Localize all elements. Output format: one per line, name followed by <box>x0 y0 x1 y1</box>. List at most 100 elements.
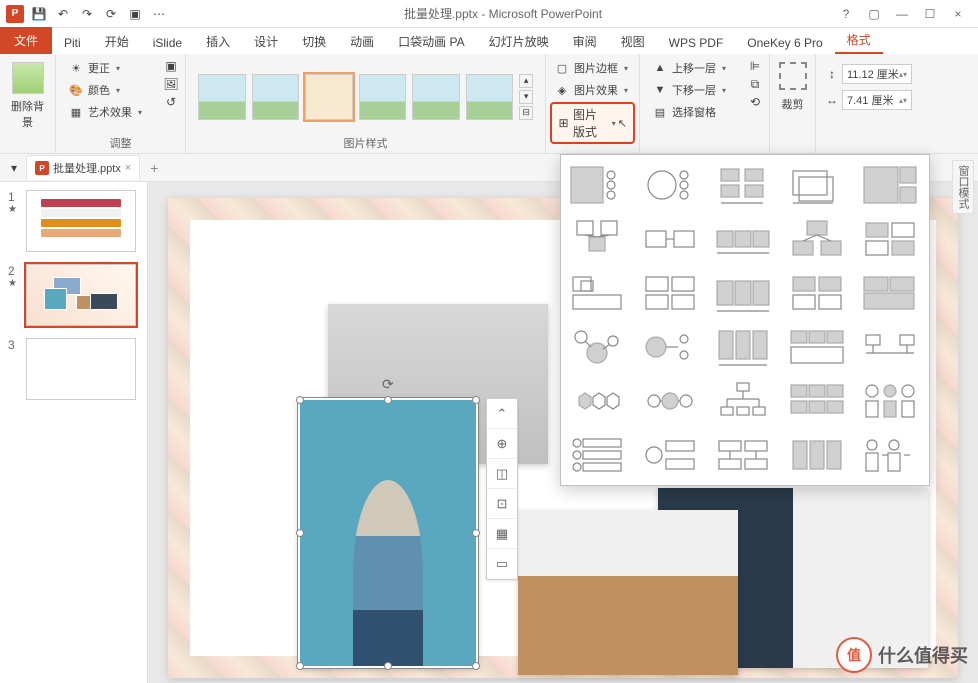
layout-option[interactable] <box>569 433 625 477</box>
maximize-button[interactable]: ☐ <box>920 7 940 21</box>
color-button[interactable]: 🎨颜色▾ <box>64 80 177 100</box>
resize-handle[interactable] <box>472 662 480 670</box>
close-button[interactable]: × <box>948 7 968 21</box>
layout-option[interactable] <box>789 271 845 315</box>
float-grid-icon[interactable]: ▦ <box>487 519 517 549</box>
resize-handle[interactable] <box>296 662 304 670</box>
send-backward-button[interactable]: ▼下移一层▾ <box>648 80 761 100</box>
picture-layout-button[interactable]: ⊞图片版式▾↖ <box>550 102 635 144</box>
layout-option[interactable] <box>862 433 918 477</box>
resize-handle[interactable] <box>296 529 304 537</box>
photo-boxes[interactable] <box>518 510 738 675</box>
layout-option[interactable] <box>862 379 918 423</box>
picture-effects-button[interactable]: ◈图片效果▾ <box>550 80 635 100</box>
layout-option[interactable] <box>789 325 845 369</box>
tab-design[interactable]: 设计 <box>242 29 290 54</box>
picture-border-button[interactable]: ▢图片边框▾ <box>550 58 635 78</box>
resize-handle[interactable] <box>472 529 480 537</box>
tab-transitions[interactable]: 切换 <box>290 29 338 54</box>
layout-option[interactable] <box>862 325 918 369</box>
tab-onekey[interactable]: OneKey 6 Pro <box>735 32 834 54</box>
layout-option[interactable] <box>642 325 698 369</box>
close-tab-icon[interactable]: × <box>125 162 131 174</box>
layout-option[interactable] <box>642 217 698 261</box>
layout-option[interactable] <box>642 433 698 477</box>
slide-thumbnail-3[interactable]: 3 <box>8 338 139 400</box>
float-collapse-icon[interactable]: ⌃ <box>487 399 517 429</box>
undo-icon[interactable]: ↶ <box>52 3 74 25</box>
layout-option[interactable] <box>715 271 771 315</box>
layout-option[interactable] <box>715 163 771 207</box>
crop-button[interactable]: 裁剪 <box>778 58 807 112</box>
document-tab[interactable]: P 批量处理.pptx × <box>26 155 140 180</box>
save-icon[interactable]: 💾 <box>28 3 50 25</box>
selection-pane-button[interactable]: ▤选择窗格 <box>648 102 761 122</box>
style-thumb[interactable] <box>466 74 514 120</box>
layout-option[interactable] <box>715 433 771 477</box>
gallery-up-icon[interactable]: ▴ <box>519 74 533 88</box>
layout-option[interactable] <box>569 217 625 261</box>
layout-option[interactable] <box>715 325 771 369</box>
app-icon[interactable]: P <box>4 3 26 25</box>
gallery-down-icon[interactable]: ▾ <box>519 90 533 104</box>
corrections-button[interactable]: ☀更正▾ <box>64 58 177 78</box>
slideshow-icon[interactable]: ▣ <box>124 3 146 25</box>
help-icon[interactable]: ? <box>836 7 856 21</box>
gallery-more-icon[interactable]: ⊟ <box>519 106 533 120</box>
bring-forward-button[interactable]: ▲上移一层▾ <box>648 58 761 78</box>
style-thumb[interactable] <box>412 74 460 120</box>
width-input[interactable]: 7.41 厘米▴▾ <box>842 90 912 110</box>
ribbon-toggle-icon[interactable]: ▢ <box>864 7 884 21</box>
height-input[interactable]: 11.12 厘米▴▾ <box>842 64 912 84</box>
slide-thumbnail-2[interactable]: 2 ★ <box>8 264 139 326</box>
add-tab-button[interactable]: + <box>144 158 164 178</box>
layout-option[interactable] <box>789 217 845 261</box>
layout-option[interactable] <box>715 379 771 423</box>
style-thumb[interactable] <box>252 74 300 120</box>
more-icon[interactable]: ⋯ <box>148 3 170 25</box>
resize-handle[interactable] <box>384 662 392 670</box>
rotate-handle-icon[interactable]: ⟳ <box>382 376 394 388</box>
layout-option[interactable] <box>862 163 918 207</box>
compress-icon[interactable]: ▣ <box>163 58 179 74</box>
remove-bg-button[interactable]: 删除背景 <box>8 58 47 130</box>
layout-option[interactable] <box>569 163 625 207</box>
float-center-icon[interactable]: ⊕ <box>487 429 517 459</box>
layout-option[interactable] <box>642 163 698 207</box>
layout-option[interactable] <box>862 217 918 261</box>
tab-home[interactable]: 开始 <box>93 29 141 54</box>
reset-pic-icon[interactable]: ↺ <box>163 94 179 110</box>
layout-option[interactable] <box>789 163 845 207</box>
rotate-icon[interactable]: ⟲ <box>747 94 763 110</box>
layout-option[interactable] <box>569 271 625 315</box>
artistic-button[interactable]: ▦艺术效果▾ <box>64 102 177 122</box>
picture-styles-gallery[interactable]: ▴ ▾ ⊟ <box>194 58 537 136</box>
layout-option[interactable] <box>569 379 625 423</box>
photo-selected[interactable]: ⟳ <box>298 398 478 668</box>
layout-option[interactable] <box>862 271 918 315</box>
resize-handle[interactable] <box>296 396 304 404</box>
align-icon[interactable]: ⊫ <box>747 58 763 74</box>
change-pic-icon[interactable]: 🖼 <box>163 76 179 92</box>
tab-review[interactable]: 审阅 <box>561 29 609 54</box>
tab-format[interactable]: 格式 <box>835 27 883 54</box>
window-mode-label[interactable]: 窗口模式 <box>952 160 974 214</box>
style-thumb[interactable] <box>198 74 246 120</box>
doc-menu-icon[interactable]: ▾ <box>6 160 22 176</box>
tab-pa[interactable]: 口袋动画 PA <box>386 29 476 54</box>
layout-option[interactable] <box>642 271 698 315</box>
group-icon[interactable]: ⧉ <box>747 76 763 92</box>
tab-insert[interactable]: 插入 <box>194 29 242 54</box>
float-fit-icon[interactable]: ⊡ <box>487 489 517 519</box>
layout-option[interactable] <box>715 217 771 261</box>
tab-islide[interactable]: iSlide <box>141 32 194 54</box>
tab-animations[interactable]: 动画 <box>338 29 386 54</box>
layout-option[interactable] <box>789 379 845 423</box>
minimize-button[interactable]: — <box>892 7 912 21</box>
tab-piti[interactable]: Piti <box>52 32 93 54</box>
layout-option[interactable] <box>789 433 845 477</box>
tab-slideshow[interactable]: 幻灯片放映 <box>477 29 561 54</box>
style-thumb-selected[interactable] <box>305 74 353 120</box>
style-thumb[interactable] <box>359 74 407 120</box>
tab-view[interactable]: 视图 <box>609 29 657 54</box>
